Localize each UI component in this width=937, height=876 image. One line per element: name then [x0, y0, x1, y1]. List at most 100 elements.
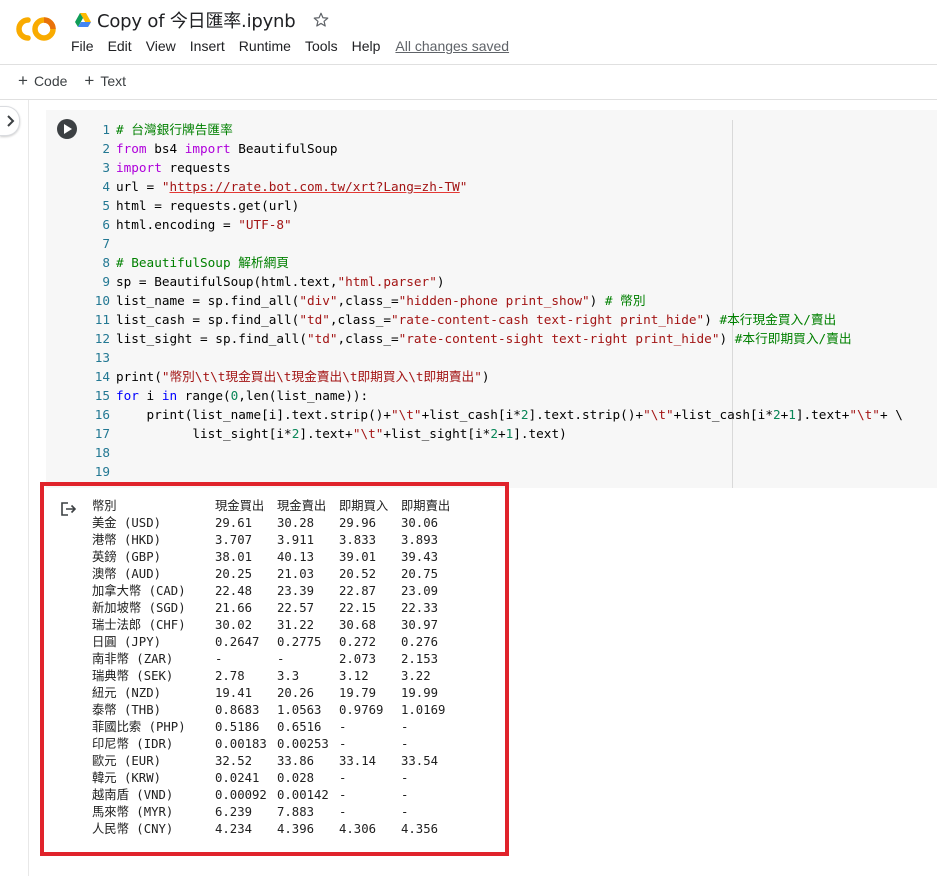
rate-cell: 29.61: [215, 516, 253, 530]
line-number: 18: [94, 445, 110, 460]
code-token: ].text+: [795, 407, 850, 422]
rate-cell: 21.66: [215, 601, 253, 615]
code-line[interactable]: 16 print(list_name[i].text.strip()+"\t"+…: [90, 405, 903, 424]
rate-cell: -: [339, 720, 347, 734]
line-number: 19: [94, 464, 110, 479]
drive-icon[interactable]: [75, 13, 91, 27]
menu-help[interactable]: Help: [352, 38, 381, 54]
rate-cell: 0.8683: [215, 703, 260, 717]
output-row: 日圓 (JPY) 0.2647 0.2775 0.272 0.276: [92, 634, 463, 651]
rate-cell: 20.26: [277, 686, 315, 700]
rate-cell: -: [339, 805, 347, 819]
rate-cell: 6.239: [215, 805, 253, 819]
menu-edit[interactable]: Edit: [108, 38, 132, 54]
notebook-title[interactable]: Copy of 今日匯率.ipynb: [97, 7, 296, 33]
rate-cell: 0.00253: [277, 737, 329, 751]
play-icon: [64, 124, 72, 134]
code-token: requests: [161, 160, 231, 175]
code-line[interactable]: 1 # 台灣銀行牌告匯率: [90, 120, 903, 139]
menu-insert[interactable]: Insert: [190, 38, 225, 54]
rate-cell: 1.0169: [401, 703, 446, 717]
code-line[interactable]: 18: [90, 443, 903, 462]
rate-cell: -: [401, 788, 409, 802]
rate-cell: 0.00142: [277, 788, 329, 802]
code-token: "UTF-8": [238, 217, 292, 232]
menu-file[interactable]: File: [71, 38, 94, 54]
code-line[interactable]: 4 url = "https://rate.bot.com.tw/xrt?Lang…: [90, 177, 903, 196]
save-status[interactable]: All changes saved: [395, 38, 509, 54]
rate-cell: 4.234: [215, 822, 253, 836]
rate-cell: 39.01: [339, 550, 377, 564]
line-number: 1: [102, 122, 110, 137]
code-token: print(list_name[i].text.strip()+: [116, 407, 391, 422]
code-token: in: [161, 388, 178, 403]
code-line[interactable]: 19: [90, 462, 903, 481]
line-number: 8: [102, 255, 110, 270]
rate-cell: 0.00092: [215, 788, 267, 802]
code-line[interactable]: 9 sp = BeautifulSoup(html.text,"html.pars…: [90, 272, 903, 291]
rate-cell: 4.306: [339, 822, 377, 836]
code-line[interactable]: 14 print("幣別\t\t現金買出\t現金賣出\t即期買入\t即期賣出"): [90, 367, 903, 386]
code-token: 2: [520, 407, 529, 422]
output-row: 越南盾 (VND) 0.00092 0.00142- -: [92, 787, 463, 804]
rate-cell: 0.9769: [339, 703, 384, 717]
currency-cell: 港幣 (HKD): [92, 533, 162, 547]
run-cell-button[interactable]: [57, 119, 77, 139]
menu-bar: File Edit View Insert Runtime Tools Help…: [71, 38, 523, 54]
menu-view[interactable]: View: [146, 38, 176, 54]
title-row: Copy of 今日匯率.ipynb: [75, 8, 330, 32]
rate-cell: 3.893: [401, 533, 439, 547]
code-line[interactable]: 3 import requests: [90, 158, 903, 177]
code-token: "\t": [643, 407, 674, 422]
code-editor[interactable]: 1 # 台灣銀行牌告匯率 2 from bs4 import BeautifulSou…: [90, 120, 903, 481]
code-token: "rate-content-cash text-right print_hide…: [391, 312, 705, 327]
code-token: sp = BeautifulSoup(html.text,: [116, 274, 338, 289]
rate-cell: 0.028: [277, 771, 315, 785]
rate-cell: 32.52: [215, 754, 253, 768]
line-number: 10: [94, 293, 110, 308]
code-line[interactable]: 10 list_name = sp.find_all("div",class_="…: [90, 291, 903, 310]
code-line[interactable]: 2 from bs4 import BeautifulSoup: [90, 139, 903, 158]
code-line[interactable]: 17 list_sight[i* 2].text+"\t"+list_sight[…: [90, 424, 903, 443]
code-line[interactable]: 6 html.encoding = "UTF-8": [90, 215, 903, 234]
code-token: # 台灣銀行牌告匯率: [116, 122, 233, 137]
rate-cell: 22.15: [339, 601, 377, 615]
add-code-button[interactable]: + Code: [18, 72, 67, 89]
output-row: 港幣 (HKD) 3.707 3.911 3.833 3.893: [92, 532, 463, 549]
add-text-button[interactable]: + Text: [84, 72, 126, 89]
rate-cell: 0.00183: [215, 737, 267, 751]
rate-cell: 0.6516: [277, 720, 322, 734]
colab-logo-icon[interactable]: [14, 14, 58, 44]
menu-tools[interactable]: Tools: [305, 38, 338, 54]
toolbar-divider: [0, 99, 937, 100]
code-line[interactable]: 12 list_sight = sp.find_all("td",class_="…: [90, 329, 903, 348]
menu-runtime[interactable]: Runtime: [239, 38, 291, 54]
code-line[interactable]: 5 html = requests.get(url): [90, 196, 903, 215]
code-token: html.encoding =: [116, 217, 239, 232]
code-line[interactable]: 7: [90, 234, 903, 253]
code-token: ,len(list_name)):: [238, 388, 369, 403]
rate-cell: 3.833: [339, 533, 377, 547]
line-number: 14: [94, 369, 110, 384]
rate-cell: 0.2647: [215, 635, 260, 649]
code-token: ): [481, 369, 490, 384]
rate-cell: 0.2775: [277, 635, 322, 649]
output-icon[interactable]: [61, 502, 77, 516]
code-line[interactable]: 15 for i in range(0,len(list_name)):: [90, 386, 903, 405]
code-line[interactable]: 8 # BeautifulSoup 解析網頁: [90, 253, 903, 272]
code-line[interactable]: 13: [90, 348, 903, 367]
output-row: 人民幣 (CNY) 4.234 4.396 4.306 4.356: [92, 821, 463, 838]
code-line[interactable]: 11 list_cash = sp.find_all("td",class_="r…: [90, 310, 903, 329]
rate-cell: 22.57: [277, 601, 315, 615]
line-number: 6: [102, 217, 110, 232]
code-token: #本行現金買入/賣出: [719, 312, 837, 327]
star-icon[interactable]: [312, 11, 330, 29]
code-token: ,class_=: [337, 331, 399, 346]
currency-cell: 人民幣 (CNY): [92, 822, 174, 836]
rate-cell: 即期買入: [339, 499, 389, 513]
side-panel-toggle[interactable]: [0, 106, 20, 136]
rate-cell: 33.14: [339, 754, 377, 768]
rate-cell: 23.39: [277, 584, 315, 598]
add-code-label: Code: [33, 72, 68, 89]
code-token: list_name = sp.find_all(: [116, 293, 300, 308]
